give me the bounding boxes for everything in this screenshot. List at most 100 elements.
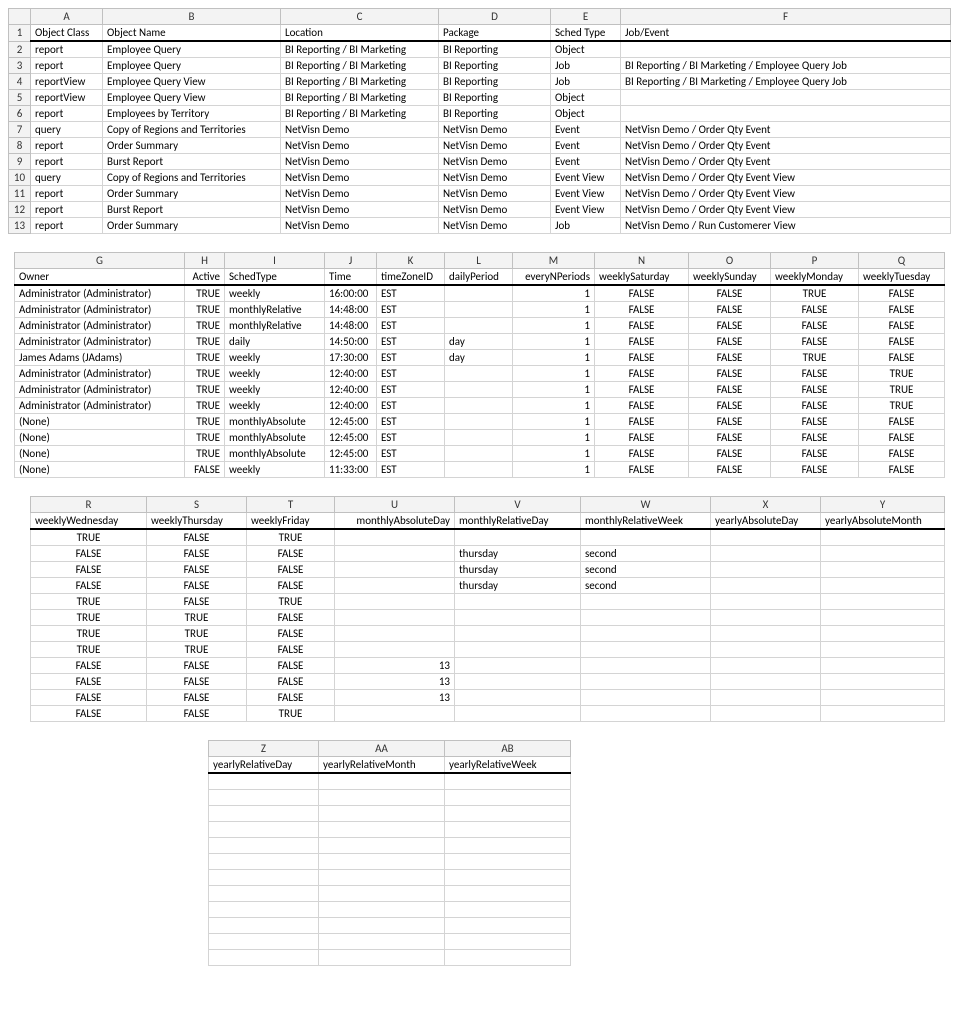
cell xyxy=(445,414,513,430)
cell: 16:00:00 xyxy=(325,285,377,302)
table-row: Administrator (Administrator)TRUEdaily14… xyxy=(15,334,945,350)
cell: 1 xyxy=(513,302,595,318)
cell: (None) xyxy=(15,414,185,430)
column-letter: C xyxy=(281,9,439,25)
row-number: 4 xyxy=(9,74,31,90)
table-row xyxy=(209,853,571,869)
cell xyxy=(455,626,581,642)
cell: 13 xyxy=(335,674,455,690)
cell: NetVisn Demo xyxy=(281,186,439,202)
table-row: FALSEFALSEFALSEthursdaysecond xyxy=(31,562,945,578)
cell: TRUE xyxy=(185,414,225,430)
cell: BI Reporting xyxy=(439,90,551,106)
cell: second xyxy=(581,546,711,562)
column-header: monthlyRelativeWeek xyxy=(581,513,711,530)
column-letter: Y xyxy=(821,497,945,513)
cell: NetVisn Demo / Order Qty Event View xyxy=(621,202,951,218)
cell: monthlyAbsolute xyxy=(225,414,325,430)
cell: FALSE xyxy=(31,546,147,562)
cell xyxy=(581,642,711,658)
cell: FALSE xyxy=(247,642,335,658)
cell: BI Reporting xyxy=(439,106,551,122)
cell: FALSE xyxy=(595,414,689,430)
cell: FALSE xyxy=(247,690,335,706)
cell: FALSE xyxy=(689,366,771,382)
cell: report xyxy=(31,58,103,74)
table-row xyxy=(209,917,571,933)
cell xyxy=(711,529,821,546)
table-row xyxy=(209,805,571,821)
cell: James Adams (JAdams) xyxy=(15,350,185,366)
row-number: 13 xyxy=(9,218,31,234)
cell xyxy=(319,933,445,949)
cell: TRUE xyxy=(859,398,945,414)
cell: report xyxy=(31,154,103,170)
cell: FALSE xyxy=(595,382,689,398)
row-number: 7 xyxy=(9,122,31,138)
column-letter: X xyxy=(711,497,821,513)
column-header: dailyPeriod xyxy=(445,269,513,286)
cell: report xyxy=(31,186,103,202)
cell xyxy=(319,789,445,805)
column-letter: E xyxy=(551,9,621,25)
cell xyxy=(821,674,945,690)
cell: TRUE xyxy=(247,529,335,546)
cell: 14:48:00 xyxy=(325,318,377,334)
cell: FALSE xyxy=(771,382,859,398)
column-header: Job/Event xyxy=(621,25,951,42)
cell: 1 xyxy=(513,285,595,302)
column-header: yearlyRelativeWeek xyxy=(445,757,571,774)
column-letter: L xyxy=(445,253,513,269)
cell xyxy=(821,578,945,594)
column-letter: AA xyxy=(319,741,445,757)
column-letter: D xyxy=(439,9,551,25)
cell: NetVisn Demo xyxy=(281,122,439,138)
cell: TRUE xyxy=(185,350,225,366)
column-header: weeklySaturday xyxy=(595,269,689,286)
cell: Employee Query xyxy=(103,58,281,74)
spreadsheet-table-3: RSTUVWXYweeklyWednesdayweeklyThursdaywee… xyxy=(30,496,945,722)
cell xyxy=(319,869,445,885)
cell: 1 xyxy=(513,366,595,382)
cell xyxy=(209,853,319,869)
cell: FALSE xyxy=(859,350,945,366)
table-row: FALSEFALSEFALSE13 xyxy=(31,658,945,674)
cell: FALSE xyxy=(859,462,945,478)
column-header: Package xyxy=(439,25,551,42)
cell: report xyxy=(31,202,103,218)
cell: FALSE xyxy=(31,674,147,690)
table-row xyxy=(209,869,571,885)
column-header: everyNPeriods xyxy=(513,269,595,286)
cell: thursday xyxy=(455,546,581,562)
column-letter: A xyxy=(31,9,103,25)
cell: FALSE xyxy=(595,366,689,382)
cell: Object xyxy=(551,41,621,58)
table-row: TRUEFALSETRUE xyxy=(31,594,945,610)
cell: NetVisn Demo xyxy=(439,218,551,234)
cell: TRUE xyxy=(185,366,225,382)
table-row: 6reportEmployees by TerritoryBI Reportin… xyxy=(9,106,951,122)
cell: TRUE xyxy=(147,642,247,658)
table-row: 9reportBurst ReportNetVisn DemoNetVisn D… xyxy=(9,154,951,170)
table-row xyxy=(209,901,571,917)
cell xyxy=(455,594,581,610)
cell xyxy=(711,562,821,578)
cell xyxy=(445,901,571,917)
cell: Event xyxy=(551,154,621,170)
row-number: 8 xyxy=(9,138,31,154)
cell: NetVisn Demo xyxy=(281,170,439,186)
cell xyxy=(455,690,581,706)
table-row: James Adams (JAdams)TRUEweekly17:30:00ES… xyxy=(15,350,945,366)
table-row xyxy=(209,949,571,965)
table-row xyxy=(209,933,571,949)
cell: FALSE xyxy=(595,462,689,478)
table-row: (None)TRUEmonthlyAbsolute12:45:00EST1FAL… xyxy=(15,430,945,446)
cell xyxy=(335,642,455,658)
cell xyxy=(821,706,945,722)
cell: TRUE xyxy=(31,594,147,610)
cell xyxy=(319,821,445,837)
cell: FALSE xyxy=(247,674,335,690)
cell: 13 xyxy=(335,690,455,706)
cell: weekly xyxy=(225,462,325,478)
cell xyxy=(209,789,319,805)
